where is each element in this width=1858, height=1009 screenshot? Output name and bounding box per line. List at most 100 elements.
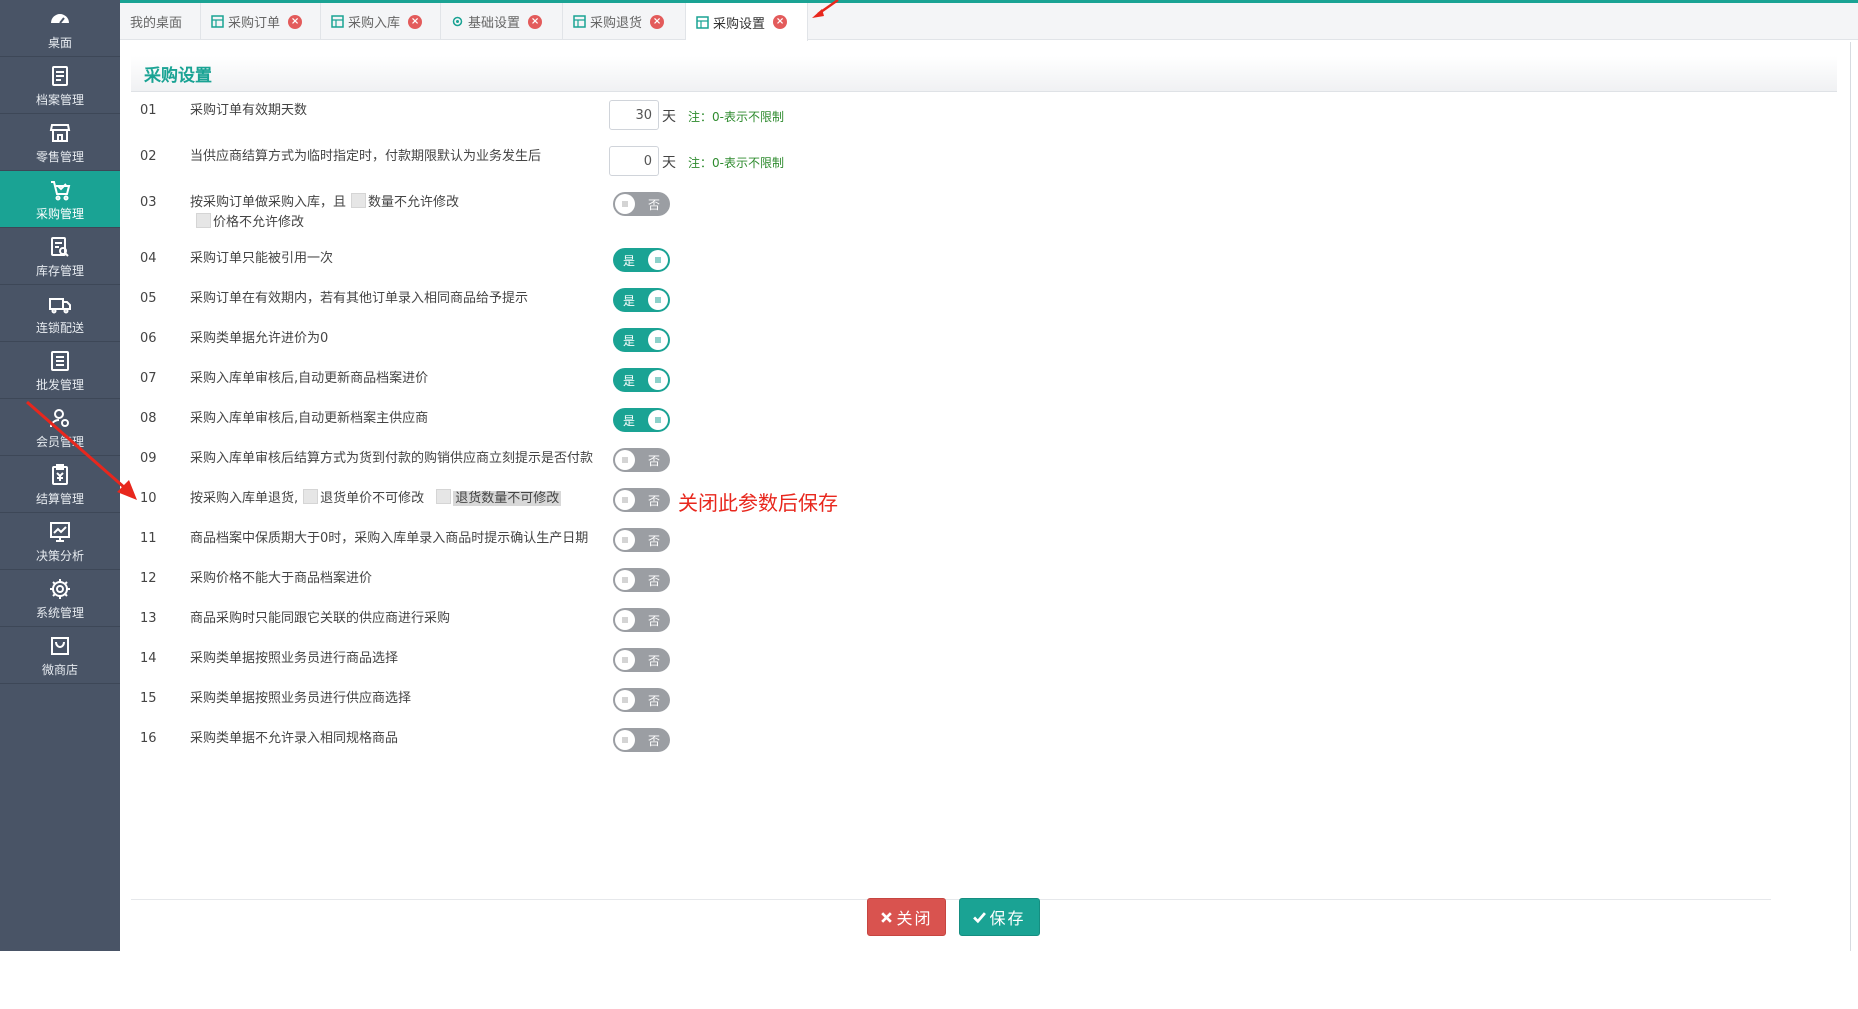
toggle-switch[interactable]: 否	[613, 688, 670, 712]
tab-basic-settings[interactable]: 基础设置 ×	[441, 3, 563, 40]
tab-desktop[interactable]: 我的桌面	[120, 3, 201, 40]
table-icon	[331, 15, 344, 28]
toggle-switch[interactable]: 是	[613, 408, 670, 432]
annotation-note: 关闭此参数后保存	[678, 491, 838, 515]
save-button[interactable]: 保存	[959, 898, 1040, 936]
sidebar-item-system[interactable]: 系统管理	[0, 570, 120, 627]
row-label-text: 数量不允许修改	[368, 195, 460, 210]
sidebar-item-desktop[interactable]: 桌面	[0, 0, 120, 57]
tab-purchase-settings[interactable]: 采购设置 ×	[686, 3, 808, 41]
toggle-knob	[648, 250, 668, 270]
sidebar-item-wholesale[interactable]: 批发管理	[0, 342, 120, 399]
return-quantity-lock-checkbox[interactable]	[436, 489, 452, 504]
row-label-text: 按采购订单做采购入库，且	[190, 195, 347, 210]
toggle-knob	[615, 490, 635, 510]
sidebar-item-archive[interactable]: 档案管理	[0, 57, 120, 114]
close-icon[interactable]: ×	[773, 15, 788, 29]
toggle-switch[interactable]: 是	[613, 288, 670, 312]
toggle-switch[interactable]: 是	[613, 368, 670, 392]
toggle-text: 否	[647, 533, 660, 548]
member-icon	[47, 405, 73, 431]
tab-label: 采购订单	[228, 16, 281, 31]
row-label-text: 价格不允许修改	[213, 215, 305, 230]
row-label: 商品档案中保质期大于0时，采购入库单录入商品时提示确认生产日期	[190, 531, 589, 546]
row-label: 采购类单据按照业务员进行供应商选择	[190, 691, 412, 706]
archive-icon	[47, 63, 73, 89]
toggle-switch[interactable]: 否	[613, 608, 670, 632]
toggle-knob	[648, 290, 668, 310]
close-button[interactable]: 关闭	[867, 898, 946, 936]
return-price-lock-checkbox[interactable]	[303, 489, 319, 504]
toggle-switch[interactable]: 是	[613, 248, 670, 272]
toggle-switch[interactable]: 否	[613, 192, 670, 216]
row-label: 采购入库单审核后,自动更新档案主供应商	[190, 411, 429, 426]
sidebar-item-microshop[interactable]: 微商店	[0, 627, 120, 684]
row-number: 02	[140, 149, 157, 164]
toggle-text: 否	[647, 573, 660, 588]
row-number: 16	[140, 731, 157, 746]
close-icon[interactable]: ×	[650, 14, 665, 29]
toggle-text: 是	[623, 373, 636, 388]
wholesale-icon	[47, 348, 73, 374]
tab-purchase-inbound[interactable]: 采购入库 ×	[321, 3, 441, 40]
sidebar-item-delivery[interactable]: 连锁配送	[0, 285, 120, 342]
toggle-switch[interactable]: 否	[613, 528, 670, 552]
sidebar-item-settlement[interactable]: 结算管理	[0, 456, 120, 513]
close-icon[interactable]: ×	[288, 14, 303, 29]
toggle-switch[interactable]: 否	[613, 728, 670, 752]
toggle-knob	[615, 690, 635, 710]
sidebar-item-member[interactable]: 会员管理	[0, 399, 120, 456]
sidebar-item-label: 微商店	[41, 663, 78, 677]
footer-divider	[131, 899, 1771, 900]
quantity-lock-checkbox[interactable]	[351, 193, 367, 208]
valid-days-input[interactable]: 30	[609, 100, 659, 130]
toggle-knob	[615, 570, 635, 590]
gear-icon	[451, 15, 464, 28]
table-icon	[573, 15, 586, 28]
close-icon[interactable]: ×	[528, 14, 543, 29]
payment-days-input[interactable]: 0	[609, 146, 659, 176]
row-number: 09	[140, 451, 157, 466]
toggle-text: 是	[623, 413, 636, 428]
analysis-icon	[47, 519, 73, 545]
unit-label: 天	[662, 155, 676, 171]
row-number: 01	[140, 103, 157, 118]
toggle-knob	[648, 410, 668, 430]
close-icon[interactable]: ×	[408, 14, 423, 29]
hint-note: 注：0-表示不限制	[688, 156, 784, 170]
panel-header: 采购设置	[131, 56, 1837, 92]
row-number: 14	[140, 651, 157, 666]
toggle-switch[interactable]: 是	[613, 328, 670, 352]
close-button-label: 关闭	[896, 909, 933, 928]
row-number: 12	[140, 571, 157, 586]
toggle-switch[interactable]: 否	[613, 648, 670, 672]
sidebar-item-label: 档案管理	[35, 93, 84, 107]
store-icon	[47, 120, 73, 146]
row-number: 04	[140, 251, 157, 266]
sidebar-item-inventory[interactable]: 库存管理	[0, 228, 120, 285]
sidebar-item-retail[interactable]: 零售管理	[0, 114, 120, 171]
toggle-text: 否	[647, 613, 660, 628]
toggle-text: 否	[647, 493, 660, 508]
toggle-text: 否	[647, 693, 660, 708]
toggle-switch[interactable]: 否	[613, 448, 670, 472]
sidebar-item-analysis[interactable]: 决策分析	[0, 513, 120, 570]
toggle-knob	[615, 530, 635, 550]
sidebar-item-purchase[interactable]: 采购管理	[0, 171, 120, 228]
row-number: 08	[140, 411, 157, 426]
sidebar-item-label: 采购管理	[35, 207, 84, 221]
sidebar-item-label: 连锁配送	[35, 321, 84, 335]
hint-note: 注：0-表示不限制	[688, 110, 784, 124]
sidebar-item-label: 系统管理	[35, 606, 84, 620]
table-icon	[696, 15, 709, 29]
gear-icon	[47, 576, 73, 602]
tab-purchase-return[interactable]: 采购退货 ×	[563, 3, 686, 40]
toggle-switch[interactable]: 否	[613, 488, 670, 512]
tab-label: 基础设置	[468, 16, 521, 31]
row-label: 当供应商结算方式为临时指定时，付款期限默认为业务发生后	[190, 149, 542, 164]
toggle-switch[interactable]: 否	[613, 568, 670, 592]
row-label: 采购类单据按照业务员进行商品选择	[190, 651, 399, 666]
toggle-knob	[615, 450, 635, 470]
tab-purchase-order[interactable]: 采购订单 ×	[201, 3, 321, 40]
price-lock-checkbox[interactable]	[196, 213, 211, 228]
